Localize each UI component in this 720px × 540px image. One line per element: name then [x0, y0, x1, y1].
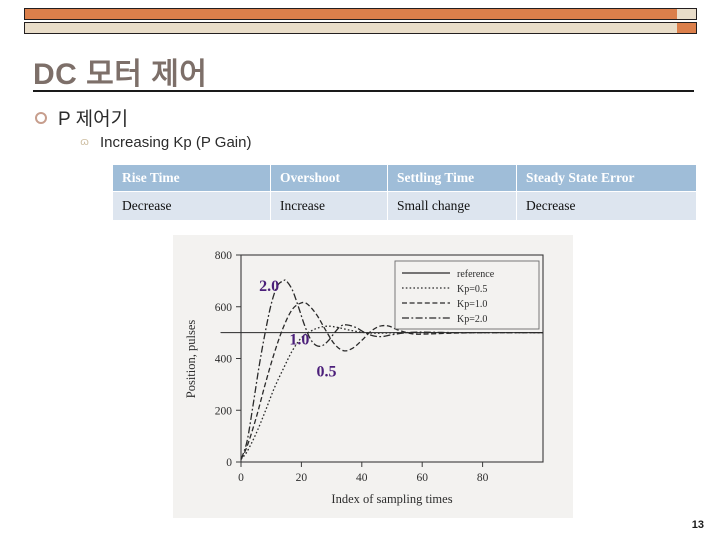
table-cell-overshoot: Increase [270, 191, 388, 221]
page-number: 13 [691, 519, 704, 531]
table-header-overshoot: Overshoot [270, 164, 388, 192]
header-bar-top-cap [677, 9, 696, 19]
table-header-row: Rise Time Overshoot Settling Time Steady… [112, 164, 697, 192]
table-cell-rise-time: Decrease [112, 191, 271, 221]
chart-legend-label: reference [457, 269, 495, 280]
chart-x-tick-label: 0 [238, 472, 244, 484]
chart-x-tick-label: 20 [296, 472, 308, 484]
bullet-level1: P 제어기 [33, 104, 128, 131]
chart-x-axis-label: Index of sampling times [331, 492, 452, 506]
chart-annotation-20: 2.0 [259, 278, 279, 295]
header-bar-bottom-cap [677, 23, 696, 33]
table-cell-settling-time: Small change [387, 191, 517, 221]
table-cell-steady-state-error: Decrease [516, 191, 697, 221]
header-bar-top-fill [25, 9, 677, 19]
header-bar-bottom-fill [25, 23, 677, 33]
chart-y-tick-label: 200 [215, 405, 233, 417]
table-row: Decrease Increase Small change Decrease [112, 191, 697, 221]
chart-y-tick-label: 800 [215, 250, 233, 262]
chart-y-axis-label: Position, pulses [184, 320, 198, 399]
slide-header-decoration [24, 8, 697, 35]
hexagon-outline-bullet-icon [33, 110, 48, 125]
bullet-level2-label: Increasing Kp (P Gain) [100, 134, 252, 151]
chart-legend-label: Kp=1.0 [457, 299, 487, 310]
bullet-level2: ɷ Increasing Kp (P Gain) [78, 134, 251, 151]
chart-legend-label: Kp=2.0 [457, 314, 487, 325]
curl-bullet-icon: ɷ [80, 136, 89, 148]
step-response-chart: 0 200 400 600 800 0 20 40 60 80 2.0 1.0 0.5 refere… [173, 235, 573, 518]
chart-legend-label: Kp=0.5 [457, 284, 487, 295]
chart-background [173, 235, 573, 518]
chart-y-tick-label: 600 [215, 302, 233, 314]
chart-x-tick-label: 40 [356, 472, 368, 484]
page-title: DC 모터 제어 [33, 58, 208, 91]
chart-x-tick-label: 60 [416, 472, 428, 484]
chart-annotation-10: 1.0 [289, 331, 309, 348]
chart-y-tick-label: 0 [226, 457, 232, 469]
title-divider [33, 90, 694, 92]
header-bar-bottom [24, 22, 697, 34]
table-header-settling-time: Settling Time [387, 164, 517, 192]
p-controller-effects-table: Rise Time Overshoot Settling Time Steady… [112, 164, 697, 221]
step-response-figure: 0 200 400 600 800 0 20 40 60 80 2.0 1.0 0.5 refere… [173, 235, 573, 518]
bullet-level1-label: P 제어기 [58, 109, 129, 130]
chart-y-tick-label: 400 [215, 354, 233, 366]
header-bar-top [24, 8, 697, 20]
table-header-rise-time: Rise Time [112, 164, 271, 192]
chart-x-tick-label: 80 [477, 472, 489, 484]
table-header-steady-state-error: Steady State Error [516, 164, 697, 192]
chart-annotation-05: 0.5 [317, 364, 337, 381]
